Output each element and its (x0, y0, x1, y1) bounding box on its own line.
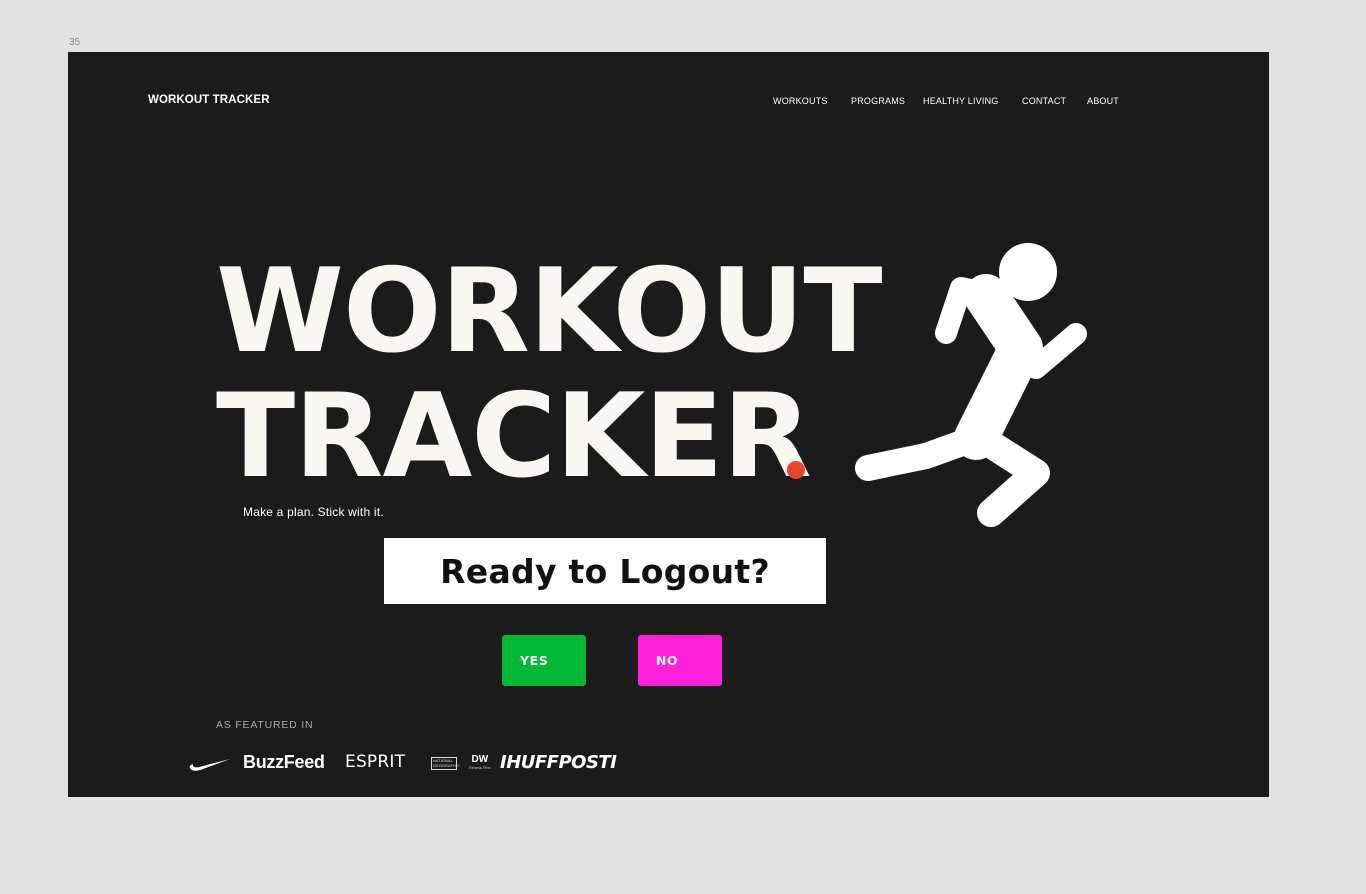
running-person-icon (855, 243, 1087, 527)
dw-logo-subtext: Fitness First (469, 765, 491, 770)
brand-logo[interactable]: WORKOUT TRACKER (148, 94, 270, 106)
nav-workouts[interactable]: WORKOUTS (773, 96, 828, 106)
dw-logo-text: DW (471, 754, 489, 765)
logout-question: Ready to Logout? (440, 551, 770, 591)
huffpost-logo: IHUFFPOSTI (500, 752, 617, 773)
hero-tagline: Make a plan. Stick with it. (243, 505, 384, 519)
esprit-logo: ESPRIT (345, 752, 406, 772)
nike-logo (189, 759, 230, 771)
no-button[interactable]: NO (638, 635, 722, 686)
buzzfeed-logo: BuzzFeed (243, 752, 325, 772)
dw-logo: DW Fitness First (469, 754, 491, 770)
logout-dialog: Ready to Logout? (384, 538, 826, 604)
hero-title-line1: WORKOUT (216, 244, 882, 379)
natgeo-logo-text: NATIONAL GEOGRAPHIC (433, 758, 461, 768)
nav-healthy-living[interactable]: HEALTHY LIVING (923, 96, 999, 106)
nav-about[interactable]: ABOUT (1087, 96, 1119, 106)
frame-label: 35 (69, 37, 81, 48)
hero-title-line2: TRACKER (216, 369, 812, 504)
nav-programs[interactable]: PROGRAMS (851, 96, 905, 106)
accent-dot (787, 461, 805, 479)
yes-button[interactable]: YES (502, 635, 586, 686)
page-frame: WORKOUT TRACKER WORKOUTS PROGRAMS HEALTH… (68, 52, 1269, 797)
featured-label: AS FEATURED IN (216, 719, 314, 731)
natgeo-logo: NATIONAL GEOGRAPHIC (431, 757, 461, 770)
nav-contact[interactable]: CONTACT (1022, 96, 1066, 106)
